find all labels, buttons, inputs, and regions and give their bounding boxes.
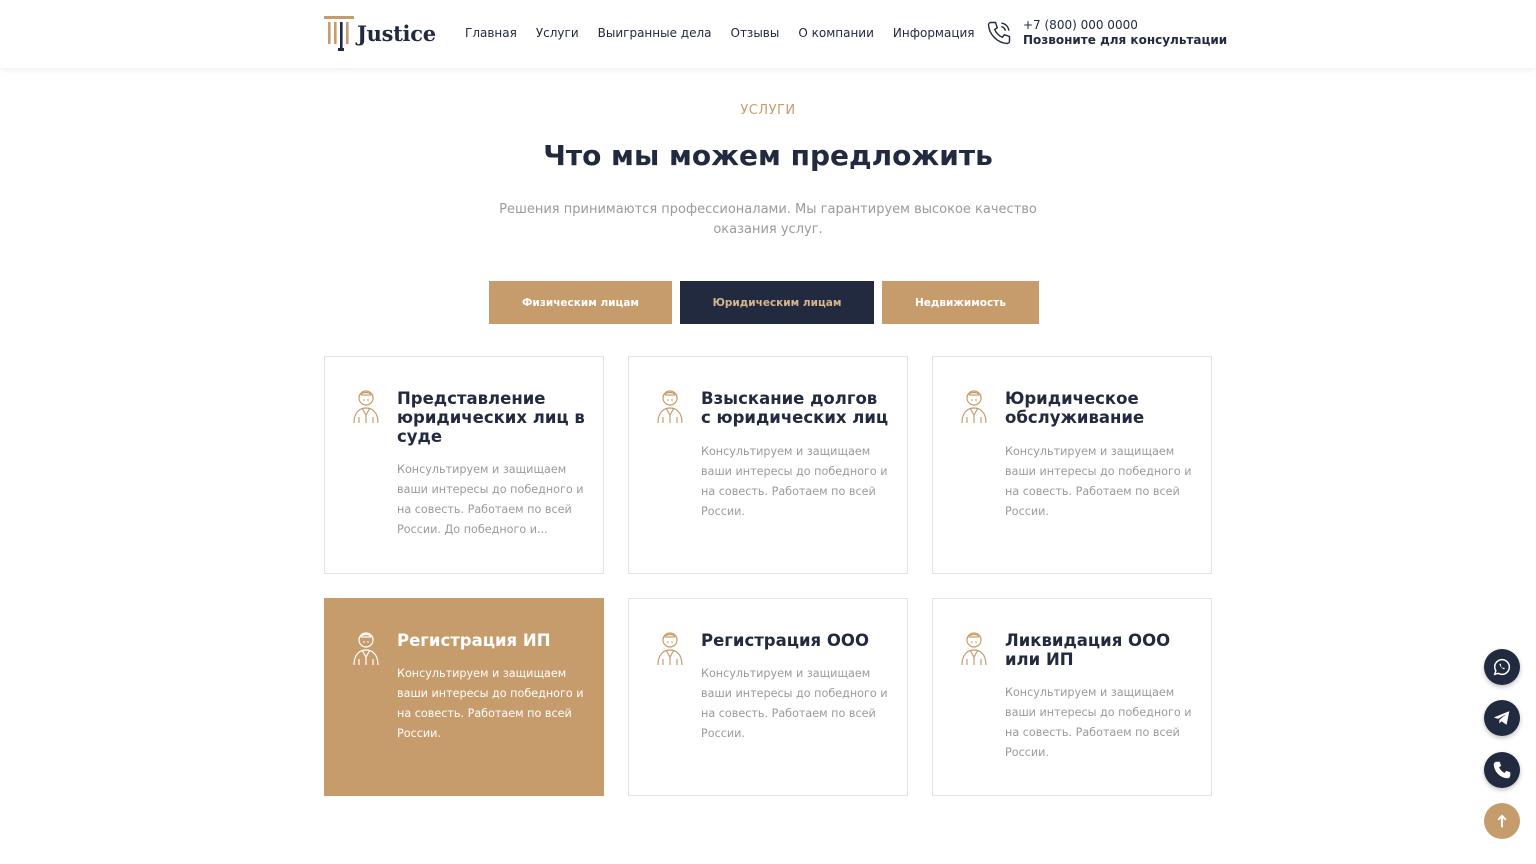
scroll-top-button[interactable] — [1484, 803, 1520, 839]
service-card-title: Регистрация ИП — [397, 631, 551, 650]
header-contact[interactable]: +7 (800) 000 0000 Позвоните для консульт… — [985, 18, 1227, 48]
whatsapp-button[interactable] — [1484, 649, 1520, 685]
nav-item-home[interactable]: Главная — [465, 26, 517, 40]
service-card-legal-service[interactable]: Юридическое обслуживание Консультируем и… — [932, 356, 1212, 574]
tab-real-estate[interactable]: Недвижимость — [882, 281, 1039, 324]
service-card-text: Консультируем и защищаем ваши интересы д… — [701, 445, 888, 518]
phone-caption: Позвоните для консультации — [1023, 33, 1228, 47]
service-card-liquidation[interactable]: Ликвидация ООО или ИП Консультируем и за… — [932, 598, 1212, 796]
tab-legal-entities[interactable]: Юридическим лицам — [680, 281, 874, 324]
service-card-title: Ликвидация ООО или ИП — [1005, 631, 1171, 669]
nav-item-about[interactable]: О компании — [798, 26, 874, 40]
lawyer-icon — [353, 390, 379, 424]
service-card-text: Консультируем и защищаем ваши интересы д… — [397, 667, 584, 740]
lawyer-icon — [353, 632, 379, 666]
service-card-text: Консультируем и защищаем ваши интересы д… — [397, 463, 584, 536]
site-header: Justice Главная Услуги Выигранные дела О… — [0, 0, 1536, 68]
tab-individuals[interactable]: Физическим лицам — [489, 281, 672, 324]
call-button[interactable] — [1484, 752, 1520, 788]
section-description: Решения принимаются профессионалами. Мы … — [499, 202, 1037, 237]
nav-item-info[interactable]: Информация — [893, 26, 975, 40]
phone-icon — [1493, 761, 1511, 779]
lawyer-icon — [657, 390, 683, 424]
service-card-text: Консультируем и защищаем ваши интересы д… — [701, 667, 888, 740]
service-card-ooo-registration[interactable]: Регистрация ООО Консультируем и защищаем… — [628, 598, 908, 796]
logo-text: Justice — [357, 20, 436, 46]
phone-number[interactable]: +7 (800) 000 0000 — [1023, 18, 1227, 32]
logo[interactable]: Justice — [323, 14, 436, 52]
section-subtitle: УСЛУГИ — [740, 103, 796, 118]
service-card-debt-collection[interactable]: Взыскание долгов с юридических лиц Консу… — [628, 356, 908, 574]
service-card-text: Консультируем и защищаем ваши интересы д… — [1005, 686, 1192, 759]
service-card-title: Юридическое обслуживание — [1005, 389, 1145, 427]
section-title: Что мы можем предложить — [543, 139, 993, 172]
service-card-text: Консультируем и защищаем ваши интересы д… — [1005, 445, 1192, 518]
lawyer-icon — [657, 632, 683, 666]
column-logo-icon — [324, 16, 354, 51]
arrow-up-icon — [1497, 814, 1507, 828]
service-card-title: Представление юридических лиц в суде — [397, 389, 585, 446]
lawyer-icon — [961, 390, 987, 424]
nav-item-reviews[interactable]: Отзывы — [731, 26, 780, 40]
main-nav: Главная Услуги Выигранные дела Отзывы О … — [465, 26, 994, 40]
whatsapp-icon — [1493, 658, 1511, 676]
telegram-icon — [1493, 711, 1510, 725]
service-card-ip-registration[interactable]: Регистрация ИП Консультируем и защищаем … — [324, 598, 604, 796]
service-card-title: Взыскание долгов с юридических лиц — [701, 389, 889, 427]
telegram-button[interactable] — [1484, 700, 1520, 736]
nav-item-services[interactable]: Услуги — [536, 26, 579, 40]
lawyer-icon — [961, 632, 987, 666]
phone-icon — [987, 21, 1011, 45]
service-card-title: Регистрация ООО — [701, 631, 869, 650]
nav-item-won-cases[interactable]: Выигранные дела — [598, 26, 712, 40]
service-card-court-representation[interactable]: Представление юридических лиц в суде Кон… — [324, 356, 604, 574]
